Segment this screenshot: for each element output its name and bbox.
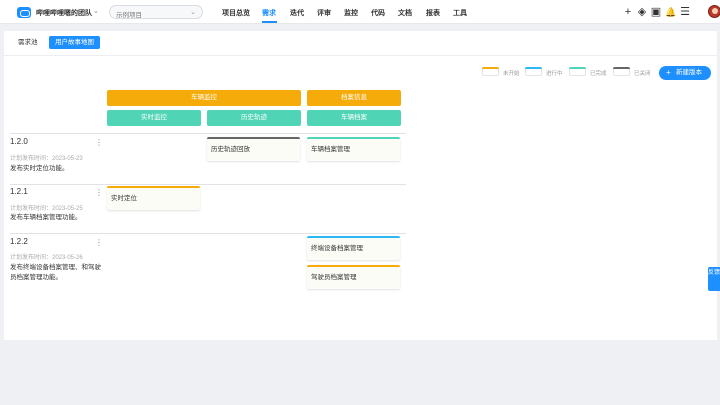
nav-item-overview[interactable]: 项目总览 xyxy=(222,8,250,18)
release-description: 发布车辆档案管理功能。 xyxy=(10,214,82,221)
more-icon[interactable]: ⋮ xyxy=(95,189,103,197)
story-title: 驾驶员档案管理 xyxy=(311,274,357,281)
nav-item-code[interactable]: 代码 xyxy=(371,8,385,18)
avatar[interactable] xyxy=(708,5,720,18)
divider xyxy=(4,55,717,56)
top-navbar: 哔哩哔哩嗯的团队 ⌄ 示例项目 ⌄ 项目总览 需求 迭代 评审 监控 代码 文档… xyxy=(0,0,720,24)
story-title: 车辆档案管理 xyxy=(311,146,350,153)
legend-label: 已关闭 xyxy=(634,71,651,77)
nav-item-monitoring[interactable]: 监控 xyxy=(344,8,358,18)
legend-label: 已完成 xyxy=(590,71,607,77)
settings-icon[interactable]: ☰ xyxy=(679,6,691,18)
nav-item-tools[interactable]: 工具 xyxy=(453,8,467,18)
release-date: 计划发布时间：2023-05-25 xyxy=(10,206,83,212)
release-version: 1.2.2 xyxy=(10,237,28,246)
release-date: 计划发布时间：2023-05-26 xyxy=(10,255,83,261)
chevron-down-icon: ⌄ xyxy=(190,9,196,16)
nav-item-requirements[interactable]: 需求 xyxy=(262,8,276,18)
project-select[interactable]: 示例项目 ⌄ xyxy=(109,5,203,19)
bell-icon[interactable]: 🔔 xyxy=(665,6,677,18)
release-version: 1.2.0 xyxy=(10,137,28,146)
legend-label: 进行中 xyxy=(546,71,563,77)
story-status-bar xyxy=(307,137,400,139)
story-card[interactable]: 驾驶员档案管理 xyxy=(307,265,400,289)
feature-history-track[interactable]: 历史轨迹 xyxy=(207,110,301,126)
release-description: 发布实时定位功能。 xyxy=(10,165,69,172)
legend-label: 未开始 xyxy=(503,71,520,77)
story-card[interactable]: 实时定位 xyxy=(107,186,200,210)
release-version: 1.2.1 xyxy=(10,187,28,196)
story-status-bar xyxy=(307,265,400,267)
story-title: 历史轨迹回放 xyxy=(211,146,250,153)
team-name[interactable]: 哔哩哔哩嗯的团队 xyxy=(36,8,92,18)
tab-user-story-map[interactable]: 用户故事地图 xyxy=(49,36,100,49)
nav-item-docs[interactable]: 文档 xyxy=(398,8,412,18)
story-title: 实时定位 xyxy=(111,195,137,202)
active-nav-indicator xyxy=(262,21,277,23)
nav-item-reviews[interactable]: 评审 xyxy=(317,8,331,18)
legend-swatch xyxy=(613,67,630,76)
story-card[interactable]: 历史轨迹回放 xyxy=(207,137,300,161)
add-icon[interactable]: + xyxy=(622,6,634,18)
release-description: 发布终端设备档案管理、和驾驶员档案管理功能。 xyxy=(10,264,101,281)
epic-vehicle-monitoring[interactable]: 车辆监控 xyxy=(107,90,301,106)
legend-swatch xyxy=(569,67,586,76)
story-card[interactable]: 终端设备档案管理 xyxy=(307,236,400,260)
story-status-bar xyxy=(207,137,300,139)
story-map-panel: 需求池 用户故事地图 未开始 进行中 已完成 已关闭 + 新建版本 车辆监控 档… xyxy=(4,31,717,340)
plus-icon: + xyxy=(666,68,671,77)
new-version-button[interactable]: + 新建版本 xyxy=(659,66,711,80)
release-row-divider xyxy=(10,133,406,134)
new-version-label: 新建版本 xyxy=(676,69,702,76)
story-status-bar xyxy=(307,236,400,238)
tab-requirement-pool[interactable]: 需求池 xyxy=(12,36,44,49)
release-date: 计划发布时间：2023-05-23 xyxy=(10,156,83,162)
layers-icon[interactable]: ◈ xyxy=(636,6,648,18)
legend-swatch xyxy=(525,67,542,76)
briefcase-icon[interactable]: ▣ xyxy=(650,6,662,18)
nav-item-iterations[interactable]: 迭代 xyxy=(290,8,304,18)
app-logo-icon[interactable] xyxy=(17,7,31,18)
story-card[interactable]: 车辆档案管理 xyxy=(307,137,400,161)
more-icon[interactable]: ⋮ xyxy=(95,139,103,147)
feature-vehicle-archive[interactable]: 车辆档案 xyxy=(307,110,401,126)
release-row-divider xyxy=(10,184,406,185)
nav-item-reports[interactable]: 报表 xyxy=(426,8,440,18)
feedback-button[interactable]: 反馈 xyxy=(708,267,720,291)
project-select-value: 示例项目 xyxy=(116,12,142,19)
team-switch-chevron-icon[interactable]: ⌄ xyxy=(93,7,99,15)
feature-realtime-monitoring[interactable]: 实时监控 xyxy=(107,110,201,126)
story-title: 终端设备档案管理 xyxy=(311,245,363,252)
legend-swatch xyxy=(482,67,499,76)
more-icon[interactable]: ⋮ xyxy=(95,239,103,247)
release-row-divider xyxy=(10,233,406,234)
epic-archive-info[interactable]: 档案信息 xyxy=(307,90,401,106)
story-status-bar xyxy=(107,186,200,188)
